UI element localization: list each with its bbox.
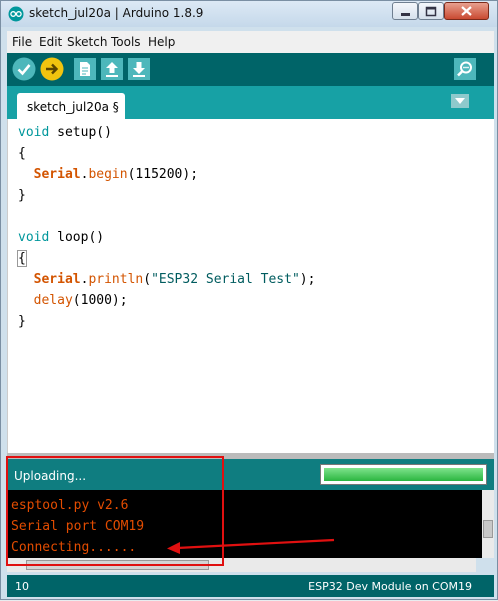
- arduino-window: sketch_jul20a | Arduino 1.8.9 File Edit …: [0, 0, 498, 600]
- annotation-arrow-icon: [167, 538, 335, 554]
